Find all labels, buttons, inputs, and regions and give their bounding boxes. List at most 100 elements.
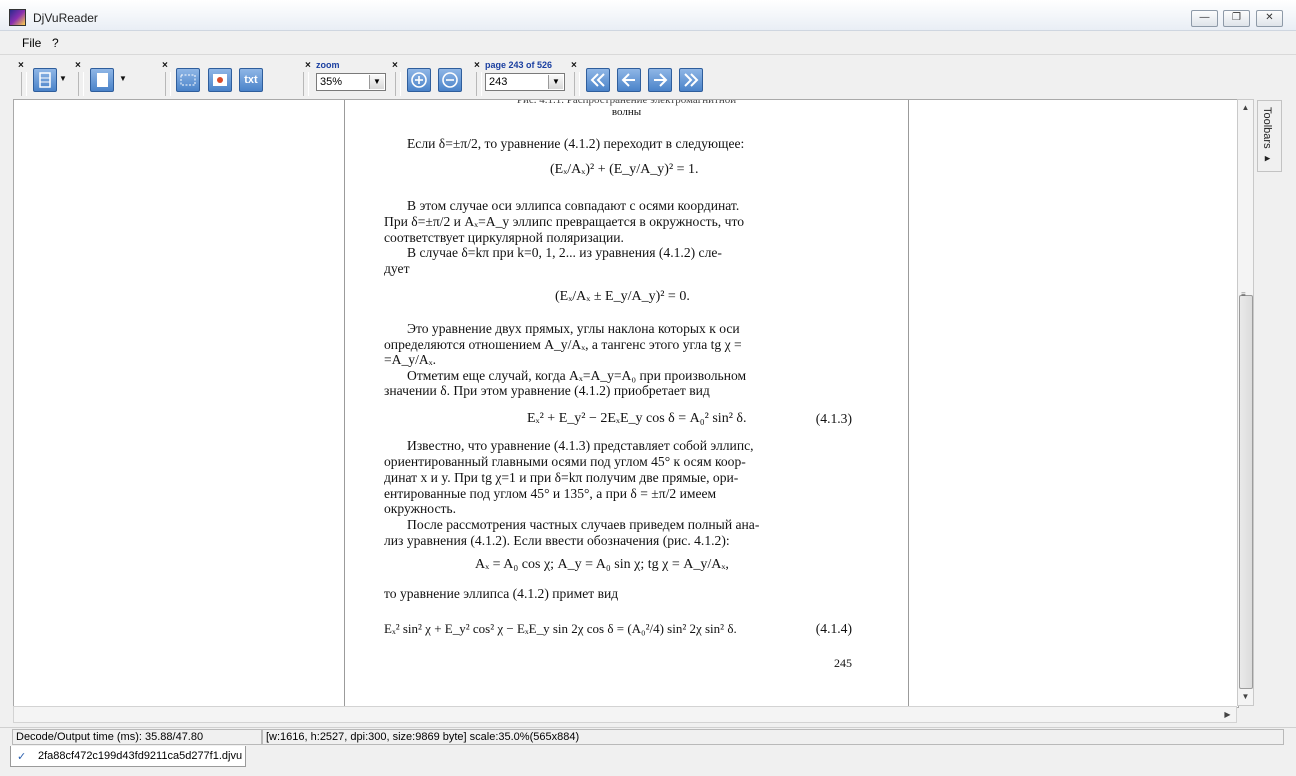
- first-page-icon: [590, 73, 605, 87]
- zoom-in-button[interactable]: [407, 68, 431, 92]
- first-page-button[interactable]: [586, 68, 610, 92]
- toolbar-close-icon[interactable]: ×: [75, 60, 81, 71]
- text-line: При δ=±π/2 и Aₓ=A_y эллипс превращается …: [384, 214, 745, 229]
- toolbar-close-icon[interactable]: ×: [392, 60, 398, 71]
- toolbar: × ▼ × ▼ × txt × zoom 35% ▼ × × page 243 …: [8, 56, 1286, 98]
- document-tab-label: 2fa88cf472c199d43fd9211ca5d277f1.djvu: [38, 750, 243, 762]
- document-tab-icon: ✓: [17, 751, 27, 763]
- document-info-status: [w:1616, h:2527, dpi:300, size:9869 byte…: [262, 729, 1284, 745]
- last-page-button[interactable]: [679, 68, 703, 92]
- equation: Eₓ² sin² χ + E_y² cos² χ − EₓE_y sin 2χ …: [384, 621, 737, 636]
- next-page-button[interactable]: [648, 68, 672, 92]
- document-page: Рис. 4.1.1. Распространение электромагни…: [344, 100, 909, 707]
- page-button[interactable]: [90, 68, 114, 92]
- title-bar: DjVuReader — ❐ ✕: [0, 0, 1296, 31]
- equation: (Eₓ/Aₓ)² + (E_y/A_y)² = 1.: [550, 162, 699, 177]
- scroll-right-icon[interactable]: ▶: [1220, 707, 1235, 723]
- vertical-scrollbar[interactable]: ▲ ≡ ▼: [1237, 99, 1254, 706]
- text-line: Если δ=±π/2, то уравнение (4.1.2) перехо…: [407, 136, 745, 151]
- chevron-down-icon[interactable]: ▼: [59, 74, 67, 83]
- text-line: то уравнение эллипса (4.1.2) примет вид: [384, 586, 619, 601]
- scroll-down-icon[interactable]: ▼: [1238, 689, 1253, 705]
- toolbar-grip[interactable]: [476, 72, 482, 96]
- chevron-down-icon[interactable]: ▼: [369, 75, 384, 89]
- toolbars-dock-label[interactable]: Toolbars ▸: [1261, 107, 1274, 165]
- zoom-select[interactable]: 35% ▼: [316, 73, 386, 91]
- select-rect-button[interactable]: [176, 68, 200, 92]
- text-line: дует: [384, 261, 410, 276]
- text-line: определяются отношением A_y/Aₓ, а танген…: [384, 337, 742, 352]
- layout-icon: [39, 72, 51, 88]
- toolbar-grip[interactable]: [303, 72, 309, 96]
- equation: Aₓ = A₀ cos χ; A_y = A₀ sin χ; tg χ = A_…: [475, 557, 729, 572]
- text-line: ориентированный главными осями под углом…: [384, 454, 746, 469]
- arrow-right-icon: [654, 73, 668, 87]
- image-icon: [213, 74, 227, 86]
- view-layout-button[interactable]: [33, 68, 57, 92]
- zoom-out-button[interactable]: [438, 68, 462, 92]
- close-button[interactable]: ✕: [1256, 10, 1283, 27]
- text-line: Это уравнение двух прямых, углы наклона …: [407, 321, 740, 336]
- select-rect-icon: [180, 74, 196, 86]
- zoom-out-icon: [442, 72, 458, 88]
- page-label: page 243 of 526: [485, 60, 553, 70]
- page-icon: [97, 73, 108, 87]
- select-image-button[interactable]: [208, 68, 232, 92]
- text-line: лиз уравнения (4.1.2). Если ввести обозн…: [384, 533, 730, 548]
- zoom-label: zoom: [316, 60, 340, 70]
- toolbar-close-icon[interactable]: ×: [305, 60, 311, 71]
- menu-bar: File ?: [0, 31, 1296, 55]
- equation-number: (4.1.3): [815, 411, 852, 426]
- status-bar: Decode/Output time (ms): 35.88/47.80 [w:…: [0, 727, 1296, 747]
- toolbar-grip[interactable]: [21, 72, 27, 96]
- text-line: Известно, что уравнение (4.1.3) представ…: [407, 438, 754, 453]
- document-tab[interactable]: ✓ 2fa88cf472c199d43fd9211ca5d277f1.djvu: [10, 746, 246, 767]
- app-icon: [9, 9, 26, 26]
- chevron-down-icon[interactable]: ▼: [119, 74, 127, 83]
- text-line: =A_y/Aₓ.: [384, 352, 437, 367]
- toolbar-grip[interactable]: [395, 72, 401, 96]
- last-page-icon: [684, 73, 699, 87]
- toolbars-dock[interactable]: Toolbars ▸: [1257, 100, 1282, 172]
- toolbar-grip[interactable]: [574, 72, 580, 96]
- restore-button[interactable]: ❐: [1223, 10, 1250, 27]
- toolbar-close-icon[interactable]: ×: [162, 60, 168, 71]
- document-viewport[interactable]: Рис. 4.1.1. Распространение электромагни…: [13, 99, 1239, 708]
- equation: (Eₓ/Aₓ ± E_y/A_y)² = 0.: [555, 289, 690, 304]
- page-number: 245: [834, 656, 852, 670]
- text-line: ентированные под углом 45° и 135°, а при…: [384, 486, 717, 501]
- chevron-down-icon[interactable]: ▼: [548, 75, 563, 89]
- toolbar-grip[interactable]: [165, 72, 171, 96]
- toolbar-grip[interactable]: [78, 72, 84, 96]
- scroll-up-icon[interactable]: ▲: [1238, 100, 1253, 116]
- window-title: DjVuReader: [33, 11, 98, 25]
- equation: Eₓ² + E_y² − 2EₓE_y cos δ = A₀² sin² δ.: [527, 411, 747, 426]
- scrollbar-thumb[interactable]: [1239, 295, 1253, 689]
- text-line: соответствует циркулярной поляризации.: [384, 230, 624, 245]
- text-line: значении δ. При этом уравнение (4.1.2) п…: [384, 383, 710, 398]
- figure-caption-cont: волны: [611, 106, 642, 118]
- zoom-value: 35%: [320, 76, 343, 88]
- text-line: После рассмотрения частных случаев приве…: [407, 517, 760, 532]
- text-line: В этом случае оси эллипса совпадают с ос…: [407, 198, 740, 213]
- toolbar-close-icon[interactable]: ×: [474, 60, 480, 71]
- text-line: Отметим еще случай, когда Aₓ=A_y=A₀ при …: [407, 368, 747, 383]
- menu-help[interactable]: ?: [52, 36, 59, 50]
- page-select[interactable]: 243 ▼: [485, 73, 565, 91]
- zoom-in-icon: [411, 72, 427, 88]
- horizontal-scrollbar[interactable]: ▶: [13, 706, 1237, 723]
- text-line: динат x и y. При tg χ=1 и при δ=kπ получ…: [384, 470, 739, 485]
- decode-time-status: Decode/Output time (ms): 35.88/47.80: [12, 729, 262, 745]
- tab-bar: ✓ 2fa88cf472c199d43fd9211ca5d277f1.djvu: [0, 746, 1296, 776]
- page-value: 243: [489, 76, 508, 88]
- toolbar-close-icon[interactable]: ×: [571, 60, 577, 71]
- scrollbar-grip-icon: ≡: [1241, 290, 1246, 299]
- menu-file[interactable]: File: [22, 36, 41, 50]
- text-line: окружность.: [384, 501, 457, 516]
- minimize-button[interactable]: —: [1191, 10, 1218, 27]
- toolbar-close-icon[interactable]: ×: [18, 60, 24, 71]
- prev-page-button[interactable]: [617, 68, 641, 92]
- text-mode-button[interactable]: txt: [239, 68, 263, 92]
- arrow-left-icon: [621, 73, 635, 87]
- text-line: В случае δ=kπ при k=0, 1, 2... из уравне…: [407, 245, 722, 260]
